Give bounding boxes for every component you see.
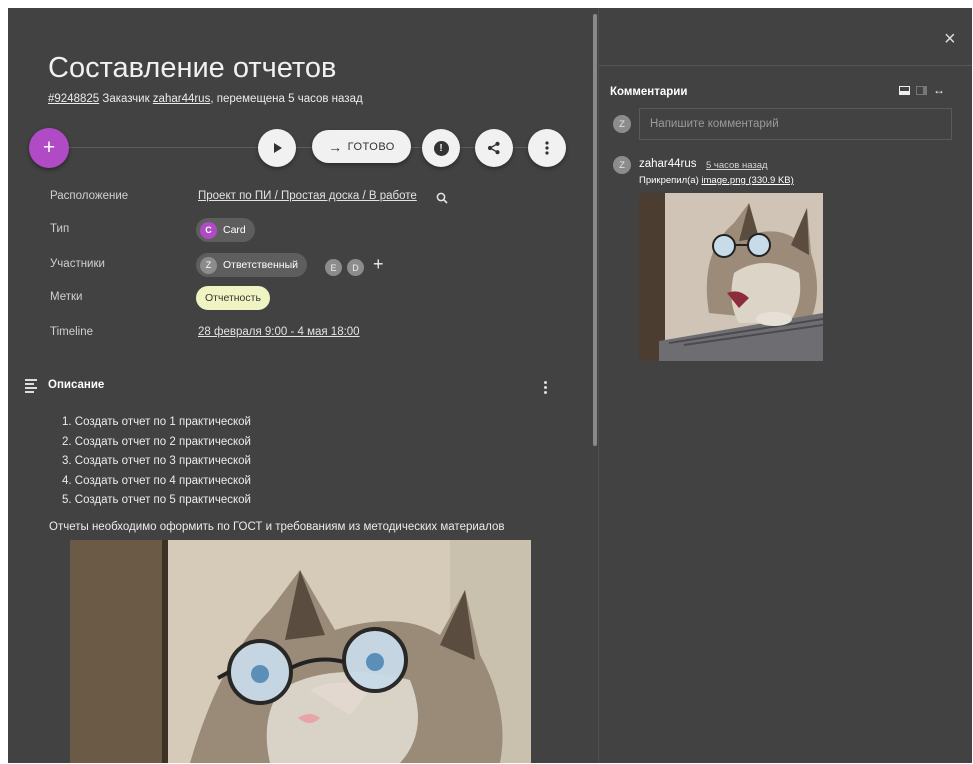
comments-header-divider bbox=[599, 65, 972, 66]
more-button[interactable] bbox=[528, 129, 566, 167]
timeline-label: Timeline bbox=[50, 326, 94, 338]
more-vert-icon bbox=[545, 141, 549, 155]
card-main-panel: Составление отчетов #9248825 Заказчик za… bbox=[8, 8, 598, 763]
share-button[interactable] bbox=[475, 129, 513, 167]
responsible-chip[interactable]: Z Ответственный bbox=[196, 253, 307, 277]
attachment-link[interactable]: image.png (330.9 KB) bbox=[701, 175, 793, 186]
members-label: Участники bbox=[50, 258, 105, 270]
alert-glyph: ! bbox=[439, 142, 443, 154]
search-icon[interactable] bbox=[436, 192, 448, 204]
location-link[interactable]: Проект по ПИ / Простая доска / В работе bbox=[198, 190, 417, 202]
list-item: 2. Создать отчет по 2 практической bbox=[62, 435, 251, 448]
comment-author[interactable]: zahar44rus bbox=[639, 158, 697, 170]
type-label: Тип bbox=[50, 223, 70, 235]
description-menu-icon[interactable] bbox=[544, 381, 548, 396]
location-label: Расположение bbox=[50, 190, 129, 202]
tags-label: Метки bbox=[50, 291, 83, 303]
done-label: ГОТОВО bbox=[347, 140, 395, 153]
type-value: Card bbox=[223, 224, 246, 236]
card-subtitle: #9248825 Заказчик zahar44rus, перемещена… bbox=[48, 93, 363, 105]
card-id-link[interactable]: #9248825 bbox=[48, 93, 99, 105]
view-side-icon[interactable] bbox=[916, 86, 927, 95]
tag-chip[interactable]: Отчетность bbox=[196, 286, 270, 310]
responsible-avatar: Z bbox=[200, 256, 217, 274]
list-item: 4. Создать отчет по 4 практической bbox=[62, 474, 251, 487]
comment-attachment-image[interactable] bbox=[639, 193, 823, 361]
add-button[interactable]: + bbox=[29, 128, 69, 168]
play-icon bbox=[274, 143, 282, 153]
subtitle-customer-prefix: Заказчик bbox=[99, 93, 153, 105]
view-bottom-icon[interactable] bbox=[899, 86, 910, 95]
list-item: 1. Создать отчет по 1 практической bbox=[62, 416, 251, 428]
comment-attachment-text: Прикрепил(а) image.png (330.9 KB) bbox=[639, 175, 794, 186]
description-title: Описание bbox=[48, 379, 105, 391]
expand-horizontal-icon[interactable]: ↔ bbox=[933, 84, 945, 96]
avatar: Z bbox=[613, 115, 631, 133]
comment-avatar: Z bbox=[613, 156, 631, 174]
comment-input[interactable]: Напишите комментарий bbox=[639, 108, 952, 140]
card-title: Составление отчетов bbox=[48, 52, 337, 84]
member-avatar-e[interactable]: E bbox=[325, 259, 342, 276]
description-scrollbar[interactable] bbox=[593, 14, 597, 446]
alert-button[interactable]: ! bbox=[422, 129, 460, 167]
timeline-link[interactable]: 28 февраля 9:00 - 4 мая 18:00 bbox=[198, 326, 360, 338]
description-list: 1. Создать отчет по 1 практической 2. Со… bbox=[62, 413, 251, 511]
comment-time-link[interactable]: 5 часов назад bbox=[706, 160, 768, 171]
action-row-divider bbox=[66, 147, 546, 148]
attachment-prefix: Прикрепил(а) bbox=[639, 175, 702, 186]
add-member-button[interactable]: + bbox=[373, 254, 384, 275]
description-note: Отчеты необходимо оформить по ГОСТ и тре… bbox=[49, 521, 505, 533]
close-icon[interactable]: × bbox=[944, 28, 956, 51]
arrow-right-icon: → bbox=[328, 138, 343, 155]
description-cat-image[interactable] bbox=[70, 540, 531, 763]
card-detail-window: Составление отчетов #9248825 Заказчик za… bbox=[8, 8, 972, 763]
alert-icon: ! bbox=[433, 140, 449, 156]
description-icon bbox=[25, 379, 37, 395]
add-icon: + bbox=[42, 136, 56, 159]
customer-link[interactable]: zahar44rus bbox=[153, 93, 211, 105]
type-chip[interactable]: C Card bbox=[196, 218, 255, 242]
list-item: 5. Создать отчет по 5 практической bbox=[62, 494, 251, 506]
share-icon bbox=[487, 141, 500, 155]
type-avatar: C bbox=[200, 221, 217, 239]
done-button[interactable]: → ГОТОВО bbox=[312, 130, 411, 163]
comment-input-placeholder: Напишите комментарий bbox=[650, 118, 779, 130]
list-item: 3. Создать отчет по 3 практической bbox=[62, 455, 251, 467]
responsible-label: Ответственный bbox=[223, 259, 298, 271]
subtitle-moved-text: , перемещена 5 часов назад bbox=[210, 93, 363, 105]
view-toggle-group: ↔ bbox=[899, 84, 945, 96]
play-button[interactable] bbox=[258, 129, 296, 167]
member-avatar-d[interactable]: D bbox=[347, 259, 364, 276]
comments-title: Комментарии bbox=[610, 86, 688, 98]
comments-panel: × Комментарии ↔ Z Напишите комментарий Z… bbox=[599, 8, 972, 763]
